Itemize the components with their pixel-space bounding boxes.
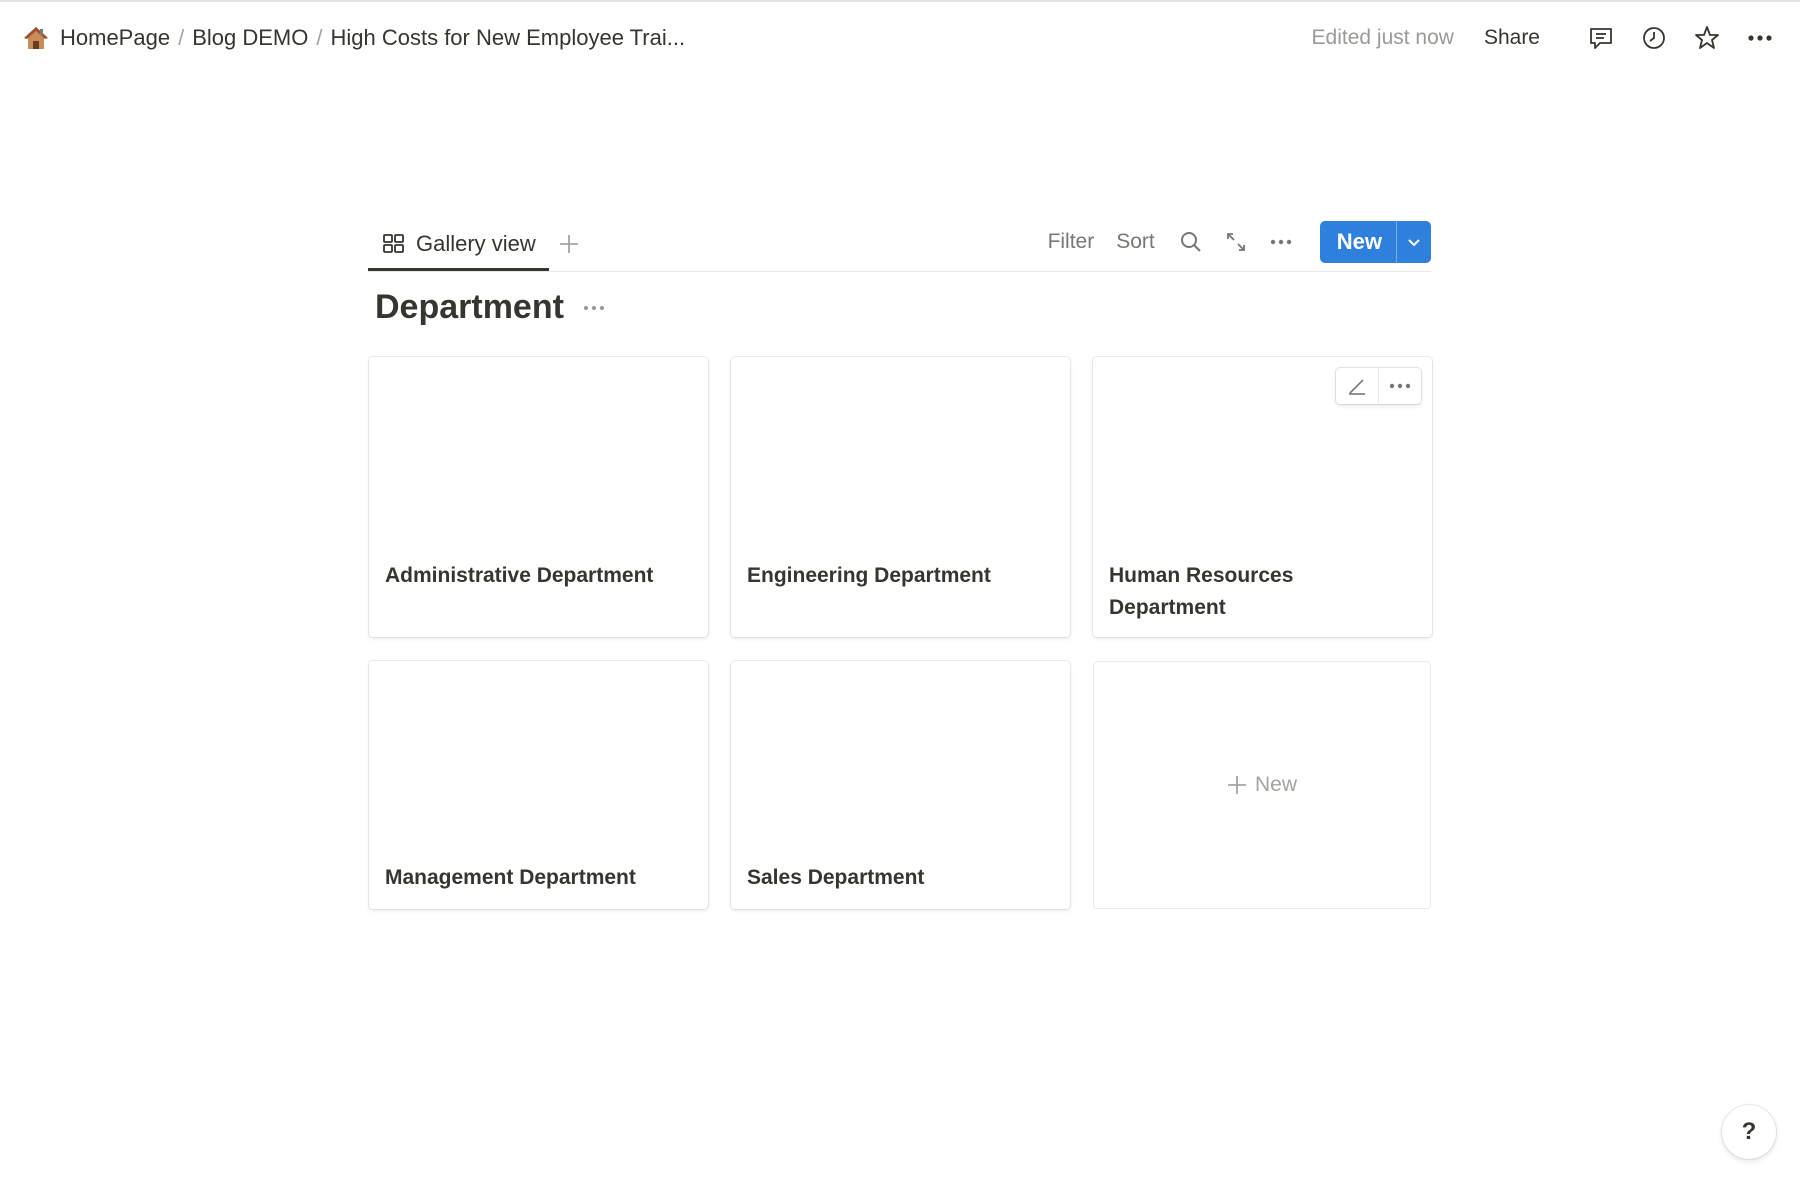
- breadcrumb: HomePage / Blog DEMO / High Costs for Ne…: [22, 22, 685, 54]
- search-icon[interactable]: [1177, 228, 1205, 256]
- edit-icon[interactable]: [1336, 368, 1378, 404]
- chevron-down-icon: [1408, 239, 1420, 247]
- comments-icon[interactable]: [1583, 20, 1619, 56]
- plus-icon: [560, 235, 578, 253]
- house-emoji-icon: [24, 27, 48, 49]
- database-title-more-icon[interactable]: [580, 298, 608, 318]
- card-title: Engineering Department: [747, 564, 991, 587]
- plus-icon: [1227, 776, 1246, 794]
- gallery-grid-icon: [383, 233, 404, 253]
- view-more-icon[interactable]: [1267, 228, 1295, 256]
- card-title: Administrative Department: [385, 564, 654, 587]
- breadcrumb-item-blog-demo[interactable]: Blog DEMO: [192, 25, 308, 51]
- new-button-group: New: [1319, 221, 1431, 263]
- tab-gallery-view[interactable]: Gallery view: [368, 219, 549, 271]
- top-bar-actions: Edited just now Share: [1312, 20, 1778, 56]
- share-button[interactable]: Share: [1484, 26, 1540, 50]
- card-more-icon[interactable]: [1378, 368, 1421, 404]
- add-view-button[interactable]: [554, 229, 584, 259]
- help-button[interactable]: ?: [1722, 1105, 1776, 1159]
- filter-button[interactable]: Filter: [1048, 230, 1095, 254]
- star-icon[interactable]: [1689, 20, 1725, 56]
- new-button[interactable]: New: [1320, 221, 1396, 263]
- edited-status: Edited just now: [1311, 26, 1454, 49]
- view-toolbar: Gallery view Filter Sort New: [368, 219, 1431, 272]
- breadcrumb-item-homepage[interactable]: HomePage: [60, 25, 170, 51]
- new-card-label: New: [1254, 773, 1297, 796]
- new-dropdown-button[interactable]: [1396, 221, 1431, 263]
- gallery-card[interactable]: Administrative Department: [369, 357, 708, 637]
- more-icon[interactable]: [1742, 20, 1778, 56]
- card-actions: [1336, 368, 1421, 404]
- gallery-card[interactable]: Management Department: [369, 661, 708, 909]
- card-title: Human Resources Department: [1109, 564, 1294, 619]
- breadcrumb-separator: /: [178, 25, 185, 50]
- new-card-button[interactable]: New: [1093, 661, 1431, 909]
- gallery-card[interactable]: Engineering Department: [731, 357, 1070, 637]
- view-actions: Filter Sort New: [1048, 221, 1431, 263]
- clock-icon[interactable]: [1636, 20, 1672, 56]
- gallery-card[interactable]: Sales Department: [731, 661, 1070, 909]
- card-title: Management Department: [385, 866, 636, 889]
- top-bar: HomePage / Blog DEMO / High Costs for Ne…: [0, 2, 1800, 72]
- expand-icon[interactable]: [1222, 228, 1250, 256]
- card-title: Sales Department: [747, 866, 925, 889]
- sort-button[interactable]: Sort: [1116, 230, 1155, 254]
- tab-label: Gallery view: [416, 230, 536, 256]
- database-title[interactable]: Department: [375, 288, 564, 327]
- gallery-card[interactable]: Human Resources Department: [1093, 357, 1432, 637]
- breadcrumb-separator: /: [316, 25, 323, 50]
- breadcrumb-item-current-page[interactable]: High Costs for New Employee Trai...: [330, 25, 685, 51]
